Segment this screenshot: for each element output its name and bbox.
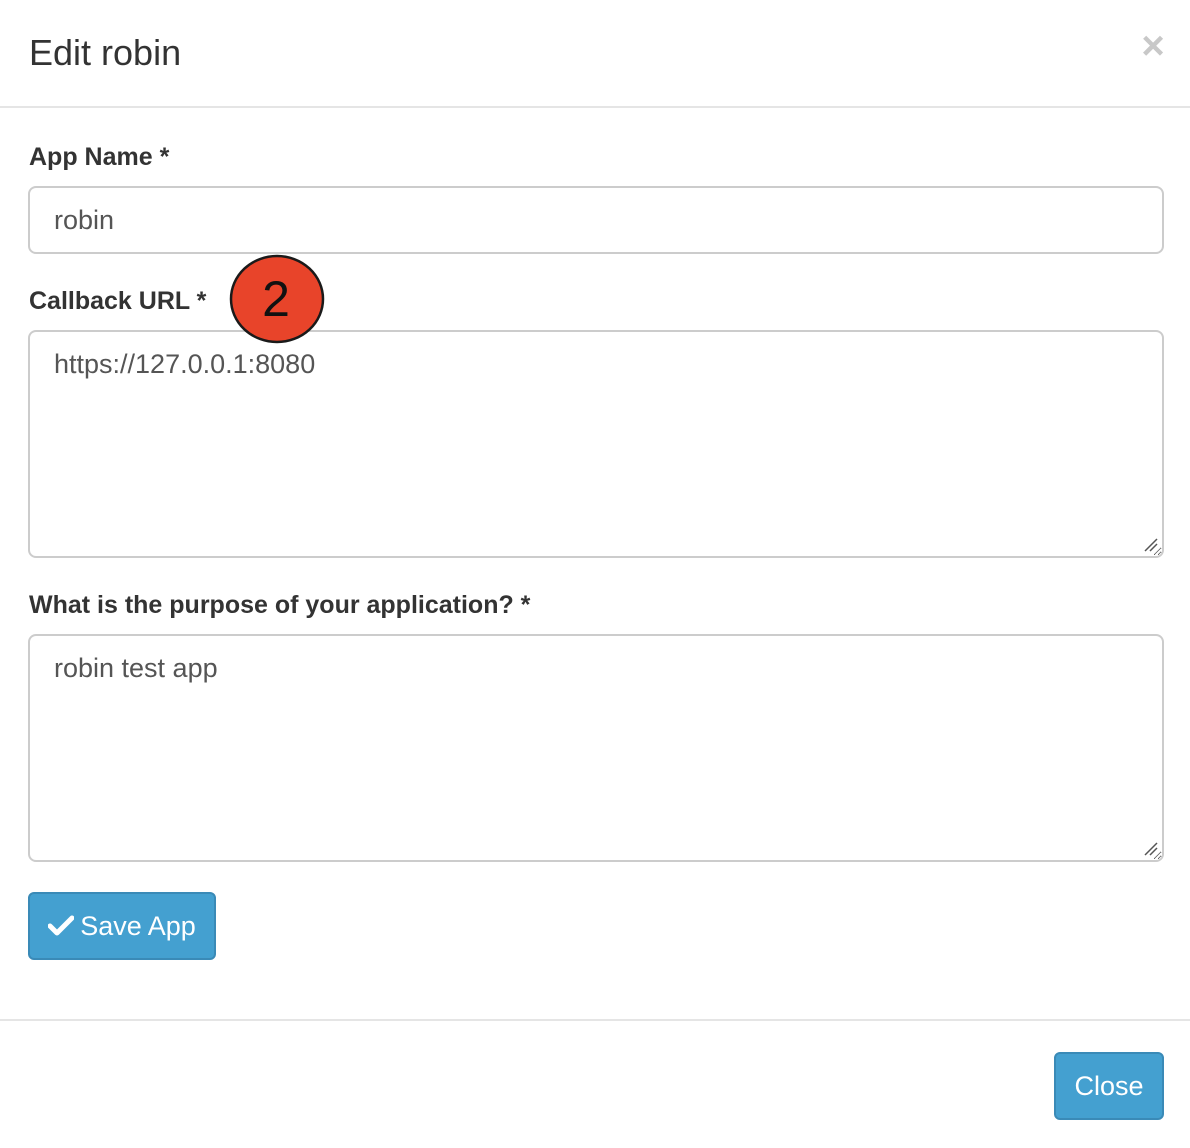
app-name-label: App Name * <box>29 143 170 171</box>
step-number-text: 2 <box>262 271 290 327</box>
modal-title: Edit robin <box>29 32 182 73</box>
purpose-textarea[interactable]: robin test app <box>28 634 1164 862</box>
callback-url-textarea[interactable]: https://127.0.0.1:8080 <box>28 330 1164 558</box>
app-name-input[interactable] <box>28 186 1164 254</box>
edit-app-modal: Edit robin × App Name * Callback URL * h… <box>0 0 1190 1148</box>
modal-header: Edit robin × <box>0 0 1190 108</box>
callback-url-label: Callback URL * <box>29 287 207 315</box>
close-button[interactable]: Close <box>1054 1052 1164 1120</box>
save-app-label: Save App <box>80 910 196 941</box>
save-app-button[interactable]: Save App <box>28 892 216 960</box>
check-icon <box>48 915 75 936</box>
purpose-label: What is the purpose of your application?… <box>29 591 531 619</box>
close-icon[interactable]: × <box>1138 26 1168 66</box>
footer-divider <box>0 1019 1190 1021</box>
